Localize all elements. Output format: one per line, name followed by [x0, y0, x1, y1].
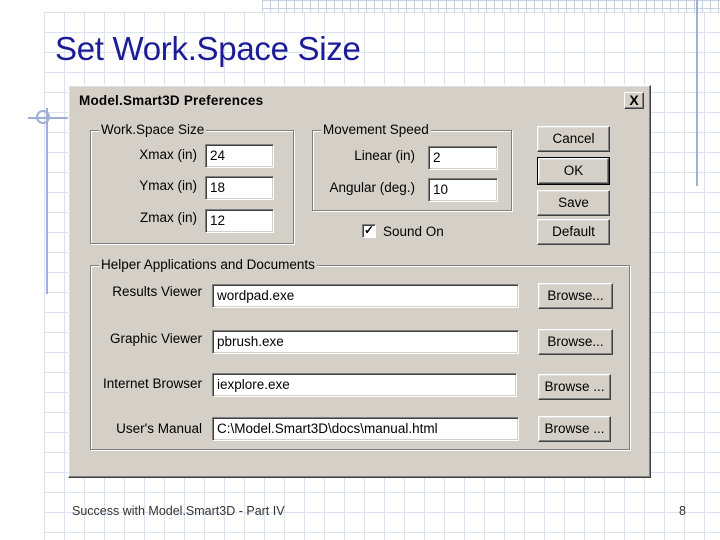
zmax-label: Zmax (in)	[140, 210, 197, 225]
decorative-vertical-line-right	[696, 0, 698, 186]
angular-speed-field[interactable]: 10	[428, 178, 498, 202]
cancel-button[interactable]: Cancel	[537, 126, 610, 152]
dialog-title: Model.Smart3D Preferences	[79, 93, 264, 108]
dialog-titlebar[interactable]: Model.Smart3D Preferences X	[73, 90, 646, 112]
xmax-field[interactable]: 24	[205, 144, 274, 168]
close-icon: X	[629, 92, 639, 108]
decorative-horizontal-line	[28, 117, 72, 119]
results-viewer-label: Results Viewer	[112, 284, 202, 299]
internet-browser-label: Internet Browser	[102, 376, 202, 391]
users-manual-field[interactable]: C:\Model.Smart3D\docs\manual.html	[212, 417, 519, 441]
checkmark-icon: ✓	[363, 223, 375, 237]
graphic-viewer-field[interactable]: pbrush.exe	[212, 330, 519, 354]
angular-label: Angular (deg.)	[329, 180, 415, 195]
internet-browser-browse-button[interactable]: Browse ...	[538, 374, 611, 400]
helper-applications-group-label: Helper Applications and Documents	[99, 257, 317, 273]
slide-footer: Success with Model.Smart3D - Part IV	[72, 504, 285, 518]
sound-on-label[interactable]: Sound On	[383, 224, 444, 239]
ymax-label: Ymax (in)	[139, 178, 197, 193]
linear-speed-field[interactable]: 2	[428, 146, 498, 170]
users-manual-label: User's Manual	[116, 421, 202, 436]
users-manual-browse-button[interactable]: Browse ...	[538, 416, 611, 442]
page-number: 8	[679, 504, 686, 518]
slide-title: Set Work.Space Size	[55, 30, 361, 67]
graphic-viewer-browse-button[interactable]: Browse...	[538, 329, 613, 355]
sound-on-checkbox[interactable]: ✓	[362, 224, 376, 238]
default-button[interactable]: Default	[537, 219, 610, 245]
ok-button[interactable]: OK	[537, 157, 610, 185]
workspace-size-group-label: Work.Space Size	[99, 122, 207, 138]
results-viewer-browse-button[interactable]: Browse...	[538, 283, 613, 309]
decorative-grid-band	[262, 0, 720, 12]
xmax-label: Xmax (in)	[139, 147, 197, 162]
save-button[interactable]: Save	[537, 190, 610, 216]
ymax-field[interactable]: 18	[205, 176, 274, 200]
decorative-ring	[36, 110, 50, 124]
preferences-dialog: Model.Smart3D Preferences X Work.Space S…	[68, 85, 651, 478]
close-button[interactable]: X	[624, 92, 644, 109]
graphic-viewer-label: Graphic Viewer	[109, 331, 202, 346]
linear-label: Linear (in)	[354, 148, 415, 163]
internet-browser-field[interactable]: iexplore.exe	[212, 373, 517, 397]
movement-speed-group-label: Movement Speed	[321, 122, 431, 138]
decorative-vertical-line-left	[46, 108, 48, 294]
results-viewer-field[interactable]: wordpad.exe	[212, 284, 519, 308]
zmax-field[interactable]: 12	[205, 209, 274, 233]
